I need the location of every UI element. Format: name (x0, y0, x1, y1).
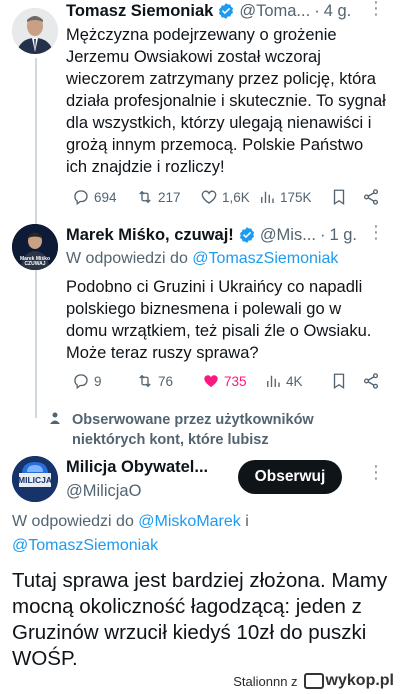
tweet-header: Marek Miśko, czuwaj! @Mis... · 1 g. ⋮ (66, 222, 386, 246)
separator-dot: · (319, 225, 326, 244)
watermark-user: Stalionnn z (233, 673, 298, 689)
reply-count: 694 (94, 189, 117, 205)
views-chart-icon (267, 375, 280, 387)
retweet-icon (139, 190, 151, 204)
reply-mention-link-2[interactable]: @TomaszSiemoniak (12, 537, 158, 554)
author-name[interactable]: Milicja Obywatel... (66, 458, 208, 477)
bookmark-icon (333, 373, 345, 390)
tweet-text: Mężczyzna podejrzewany o grożenie Jerzem… (66, 26, 386, 176)
share-button[interactable] (362, 372, 384, 390)
views-chart-icon (261, 191, 274, 203)
share-button[interactable] (362, 188, 384, 206)
reply-mention-link-1[interactable]: @MiskoMarek (138, 513, 240, 530)
person-icon (50, 412, 60, 424)
author-handle[interactable]: @Toma... (239, 2, 310, 21)
reply-icon (74, 374, 88, 390)
tweet-text: Podobno ci Gruzini i Ukraińcy co napadli… (66, 278, 372, 362)
views-button[interactable]: 175K (258, 188, 312, 206)
views-button[interactable]: 4K (264, 372, 303, 390)
like-count: 1,6K (222, 189, 250, 205)
follow-button[interactable]: Obserwuj (238, 460, 342, 494)
separator-dot: · (314, 1, 320, 20)
reply-icon (74, 190, 88, 206)
retweet-button[interactable]: 76 (136, 372, 173, 390)
author-name[interactable]: Tomasz Siemoniak (66, 2, 213, 21)
watermark-site: wykop.pl (325, 672, 394, 689)
wykop-watermark: Stalionnn z wykop.pl (233, 672, 394, 690)
like-button[interactable]: 735 (202, 372, 247, 390)
avatar-caption: Marek Miśko CZUWAJ (19, 256, 50, 267)
more-options-icon[interactable]: ⋮ (367, 222, 386, 243)
reply-button[interactable]: 9 (72, 372, 102, 390)
social-context: Obserwowane przez użytkowników niektóryc… (72, 412, 314, 448)
author-handle[interactable]: @MilicjaO (66, 482, 141, 501)
like-count: 735 (224, 373, 247, 389)
tweet-siemoniak[interactable]: Tomasz Siemoniak @Toma... · 4 g. ⋮ Mężcz… (0, 0, 400, 214)
reply-mention-link[interactable]: @TomaszSiemoniak (192, 250, 338, 267)
share-icon (363, 189, 379, 205)
heart-filled-icon (204, 375, 218, 387)
wykop-logo: wykop.pl (303, 672, 394, 690)
views-count: 175K (280, 189, 312, 205)
bookmark-button[interactable] (330, 372, 352, 390)
reply-button[interactable]: 694 (72, 188, 117, 206)
author-handle[interactable]: @Mis... (260, 226, 316, 245)
wykop-logo-icon (303, 673, 324, 689)
action-bar: 694 217 1,6K 175K (72, 186, 390, 208)
more-options-icon[interactable]: ⋮ (367, 0, 386, 19)
retweet-button[interactable]: 217 (136, 188, 181, 206)
avatar[interactable]: MILICJA (12, 456, 58, 502)
reply-count: 9 (94, 373, 102, 389)
timestamp[interactable]: 4 g. (324, 2, 352, 21)
tweet-milicja[interactable]: MILICJA Milicja Obywatel... @MilicjaO Ob… (0, 452, 400, 677)
author-name[interactable]: Marek Miśko, czuwaj! (66, 226, 234, 245)
retweet-count: 76 (158, 373, 174, 389)
reply-and: i (240, 513, 249, 530)
retweet-count: 217 (158, 189, 181, 205)
views-count: 4K (286, 373, 303, 389)
verified-badge-icon (219, 3, 234, 19)
reply-context: W odpowiedzi do @TomaszSiemoniak (66, 248, 386, 270)
more-options-icon[interactable]: ⋮ (367, 462, 386, 483)
reply-context: W odpowiedzi do @MiskoMarek i @TomaszSie… (12, 510, 386, 558)
bookmark-icon (333, 189, 345, 206)
tweet-header: Tomasz Siemoniak @Toma... · 4 g. ⋮ (66, 0, 386, 22)
action-bar: 9 76 735 4K (72, 370, 390, 392)
share-icon (363, 373, 379, 389)
timestamp[interactable]: 1 g. (329, 226, 357, 245)
like-button[interactable]: 1,6K (200, 188, 250, 206)
bookmark-button[interactable] (330, 188, 352, 206)
avatar-portrait-icon (12, 8, 58, 54)
tweet-text: Tutaj sprawa jest bardziej złożona. Mamy… (12, 569, 388, 670)
verified-badge-icon (239, 227, 254, 243)
reply-prefix: W odpowiedzi do (66, 250, 193, 267)
avatar-label: MILICJA (18, 475, 52, 485)
reply-prefix: W odpowiedzi do (12, 513, 139, 530)
heart-icon (201, 190, 217, 204)
avatar[interactable] (12, 8, 58, 54)
tweet-misko[interactable]: Marek Miśko CZUWAJ Marek Miśko, czuwaj! … (0, 220, 400, 400)
retweet-icon (139, 374, 151, 388)
